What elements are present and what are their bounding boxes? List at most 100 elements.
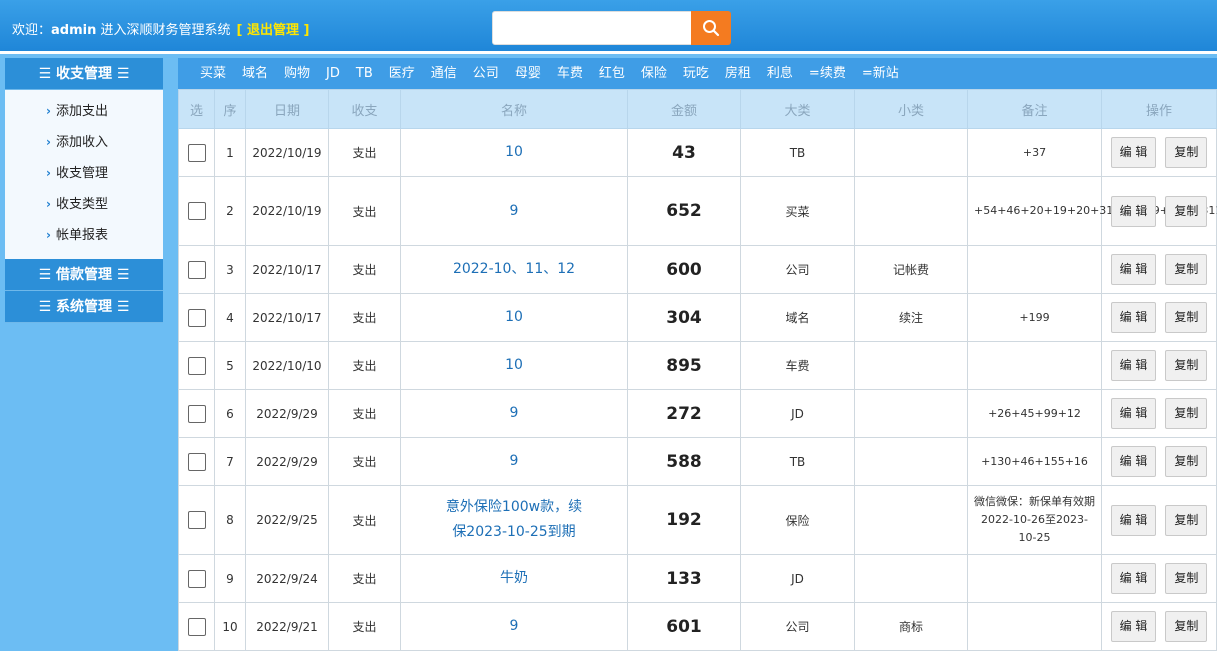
table-row: 10 2022/9/21 支出 9 601 公司 商标 编 辑复制 [178, 602, 1217, 651]
row-subcategory [854, 176, 968, 246]
row-type: 支出 [328, 485, 401, 555]
edit-button[interactable]: 编 辑 [1110, 504, 1157, 536]
category-link[interactable]: 购物 [284, 58, 310, 89]
table-row: 8 2022/9/25 支出 意外保险100w款，续保2023-10-25到期 192 保… [178, 485, 1217, 555]
search-button[interactable] [691, 11, 731, 45]
category-link[interactable]: JD [326, 58, 340, 89]
category-link[interactable]: 红包 [599, 58, 625, 89]
row-date: 2022/9/29 [245, 389, 329, 438]
table-row: 2 2022/10/19 支出 9 652 买菜 +54+46+20+19+20+31+15… [178, 176, 1217, 246]
row-checkbox[interactable] [187, 143, 206, 162]
category-link[interactable]: 母婴 [515, 58, 541, 89]
copy-button[interactable]: 复制 [1165, 137, 1208, 168]
edit-button[interactable]: 编 辑 [1110, 611, 1157, 642]
sidebar-item-label: 帐单报表 [56, 228, 109, 243]
category-link[interactable]: 车费 [557, 58, 583, 89]
column-header: 小类 [854, 89, 968, 129]
row-type: 支出 [328, 437, 401, 486]
sidebar-item-types[interactable]: 收支类型 [5, 189, 163, 220]
copy-button[interactable]: 复制 [1165, 504, 1208, 536]
row-name: 9 [400, 176, 628, 246]
sidebar-item-reports[interactable]: 帐单报表 [5, 220, 163, 251]
category-link[interactable]: 房租 [725, 58, 751, 89]
copy-button[interactable]: 复制 [1165, 254, 1208, 285]
sidebar-item-label: 添加收入 [56, 135, 109, 150]
copy-button[interactable]: 复制 [1165, 350, 1208, 381]
row-checkbox[interactable] [187, 569, 206, 588]
row-note [967, 554, 1102, 603]
category-link[interactable]: =续费 [809, 58, 846, 89]
row-note: +199 [967, 293, 1102, 342]
category-link[interactable]: 医疗 [389, 58, 415, 89]
column-header: 序 [214, 89, 246, 129]
edit-button[interactable]: 编 辑 [1110, 446, 1157, 477]
row-date: 2022/9/21 [245, 602, 329, 651]
row-checkbox[interactable] [187, 308, 206, 327]
copy-button[interactable]: 复制 [1165, 195, 1208, 227]
row-amount: 895 [627, 341, 741, 390]
edit-button[interactable]: 编 辑 [1110, 350, 1157, 381]
top-header: 欢迎：admin 进入深顺财务管理系统 [ 退出管理 ] [0, 0, 1217, 54]
row-checkbox[interactable] [187, 511, 206, 529]
row-checkbox[interactable] [187, 404, 206, 423]
row-note: +130+46+155+16 [967, 437, 1102, 486]
table-row: 6 2022/9/29 支出 9 272 JD +26+45+99+12 编 辑复制 [178, 389, 1217, 438]
category-link[interactable]: 保险 [641, 58, 667, 89]
edit-button[interactable]: 编 辑 [1110, 137, 1157, 168]
sidebar-section-loans[interactable]: ☰ 借款管理 ☰ [5, 259, 163, 291]
category-link[interactable]: 买菜 [200, 58, 226, 89]
row-number: 7 [214, 437, 246, 486]
search-input[interactable] [492, 11, 692, 45]
copy-button[interactable]: 复制 [1165, 446, 1208, 477]
row-date: 2022/10/19 [245, 176, 329, 246]
column-header: 日期 [245, 89, 329, 129]
row-name: 10 [400, 293, 628, 342]
category-link[interactable]: 利息 [767, 58, 793, 89]
row-checkbox[interactable] [187, 617, 206, 636]
sidebar-item-manage[interactable]: 收支管理 [5, 158, 163, 189]
row-category: 公司 [740, 602, 855, 651]
sidebar-section-income-expense[interactable]: ☰ 收支管理 ☰ [5, 58, 163, 90]
row-amount: 272 [627, 389, 741, 438]
row-checkbox[interactable] [187, 356, 206, 375]
copy-button[interactable]: 复制 [1165, 302, 1208, 333]
row-subcategory: 记帐费 [854, 245, 968, 294]
sidebar-item-add-income[interactable]: 添加收入 [5, 127, 163, 158]
row-checkbox[interactable] [187, 260, 206, 279]
category-link[interactable]: 公司 [473, 58, 499, 89]
sidebar-section-system[interactable]: ☰ 系统管理 ☰ [5, 291, 163, 323]
table-body: 1 2022/10/19 支出 10 43 TB +37 编 辑复制 2 2022/10/19 支出… [178, 128, 1217, 651]
category-link[interactable]: 通信 [431, 58, 457, 89]
select-cell [178, 554, 215, 603]
sidebar-item-label: 添加支出 [56, 104, 109, 119]
main-content: 买菜 域名 购物 JD TB 医疗 通信 公司 母婴 车费 红包 保险 玩吃 房租 利息 =续费 =新站 选序日… [178, 58, 1217, 651]
category-link[interactable]: 玩吃 [683, 58, 709, 89]
row-actions: 编 辑复制 [1101, 389, 1217, 438]
row-name: 2022-10、11、12 [400, 245, 628, 294]
row-checkbox[interactable] [187, 452, 206, 471]
sidebar-item-add-expense[interactable]: 添加支出 [5, 96, 163, 127]
edit-button[interactable]: 编 辑 [1110, 563, 1157, 594]
category-link[interactable]: TB [356, 58, 373, 89]
edit-button[interactable]: 编 辑 [1110, 398, 1157, 429]
category-link[interactable]: =新站 [862, 58, 899, 89]
row-subcategory [854, 128, 968, 177]
sidebar-item-label: 收支类型 [56, 197, 109, 212]
logout-link[interactable]: [ 退出管理 ] [237, 23, 310, 38]
edit-button[interactable]: 编 辑 [1110, 195, 1157, 227]
edit-button[interactable]: 编 辑 [1110, 254, 1157, 285]
category-link[interactable]: 域名 [242, 58, 268, 89]
edit-button[interactable]: 编 辑 [1110, 302, 1157, 333]
row-checkbox[interactable] [187, 202, 206, 220]
column-header: 名称 [400, 89, 628, 129]
row-subcategory: 续注 [854, 293, 968, 342]
row-category: 域名 [740, 293, 855, 342]
username: admin [51, 23, 97, 38]
copy-button[interactable]: 复制 [1165, 398, 1208, 429]
copy-button[interactable]: 复制 [1165, 563, 1208, 594]
row-actions: 编 辑复制 [1101, 554, 1217, 603]
row-subcategory [854, 437, 968, 486]
row-name: 10 [400, 128, 628, 177]
copy-button[interactable]: 复制 [1165, 611, 1208, 642]
row-category: 公司 [740, 245, 855, 294]
